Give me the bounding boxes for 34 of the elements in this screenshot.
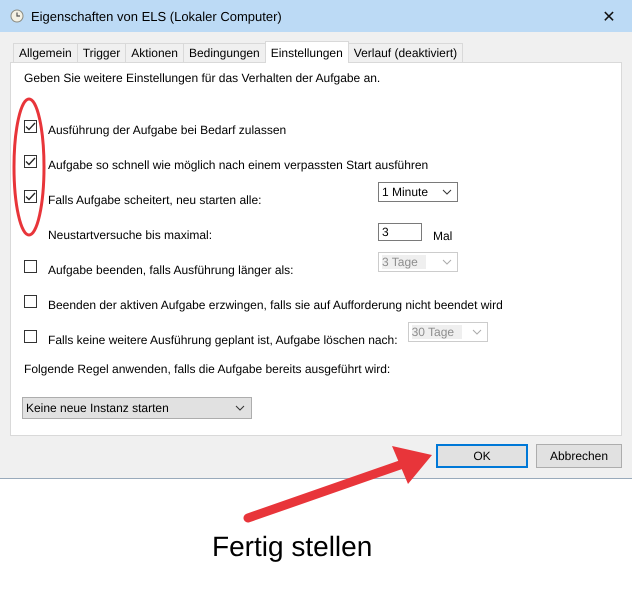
clock-icon	[10, 9, 24, 23]
ok-button[interactable]: OK	[436, 444, 528, 468]
checkbox-label: Falls keine weitere Ausführung geplant ist, Aufgabe löschen nach:	[48, 332, 398, 346]
unit-label: Mal	[433, 228, 452, 242]
checkbox-label: Falls Aufgabe scheitert, neu starten alle:	[48, 192, 262, 206]
checkbox-label: Ausführung der Aufgabe bei Bedarf zulassen	[48, 122, 288, 136]
chevron-down-icon	[472, 328, 482, 334]
dropdown[interactable]: 1 Minute	[378, 182, 458, 202]
description-text: Geben Sie weitere Einstellungen für das Verhalten der Aufgabe an.	[24, 71, 382, 85]
checkbox[interactable]	[24, 260, 37, 273]
cancel-button[interactable]: Abbrechen	[536, 444, 622, 468]
tab[interactable]: Einstellungen	[264, 41, 349, 63]
chevron-down-icon	[442, 188, 452, 194]
checkbox[interactable]	[24, 295, 37, 308]
checkbox-label: Beenden der aktiven Aufgabe erzwingen, falls sie auf Aufforderung nicht beendet wird	[48, 296, 503, 312]
checkbox[interactable]	[24, 190, 37, 203]
tab[interactable]: Allgemein	[13, 43, 78, 62]
tab[interactable]: Verlauf (deaktiviert)	[348, 43, 464, 62]
number-field[interactable]: 3	[378, 222, 422, 240]
chevron-down-icon	[235, 405, 245, 411]
close-button[interactable]: ✕	[586, 0, 632, 32]
tab[interactable]: Bedingungen	[182, 43, 266, 62]
checkbox-label: Aufgabe beenden, falls Ausführung länger als:	[48, 262, 295, 276]
chevron-down-icon	[442, 258, 452, 264]
checkbox[interactable]	[24, 120, 37, 133]
tab[interactable]: Trigger	[76, 43, 126, 62]
annotation-caption: Fertig stellen	[212, 531, 372, 563]
checkbox[interactable]	[24, 330, 37, 343]
window-title: Eigenschaften von ELS (Lokaler Computer)	[31, 8, 282, 24]
field-label: Neustartversuche bis maximal:	[48, 226, 214, 242]
checkbox-label: Aufgabe so schnell wie möglich nach einem verpassten Start ausführen	[48, 156, 428, 172]
checkbox[interactable]	[24, 155, 37, 168]
rule-label: Folgende Regel anwenden, falls die Aufgabe bereits ausgeführt wird:	[24, 362, 392, 376]
rule-dropdown[interactable]: Keine neue Instanz starten	[22, 397, 252, 419]
